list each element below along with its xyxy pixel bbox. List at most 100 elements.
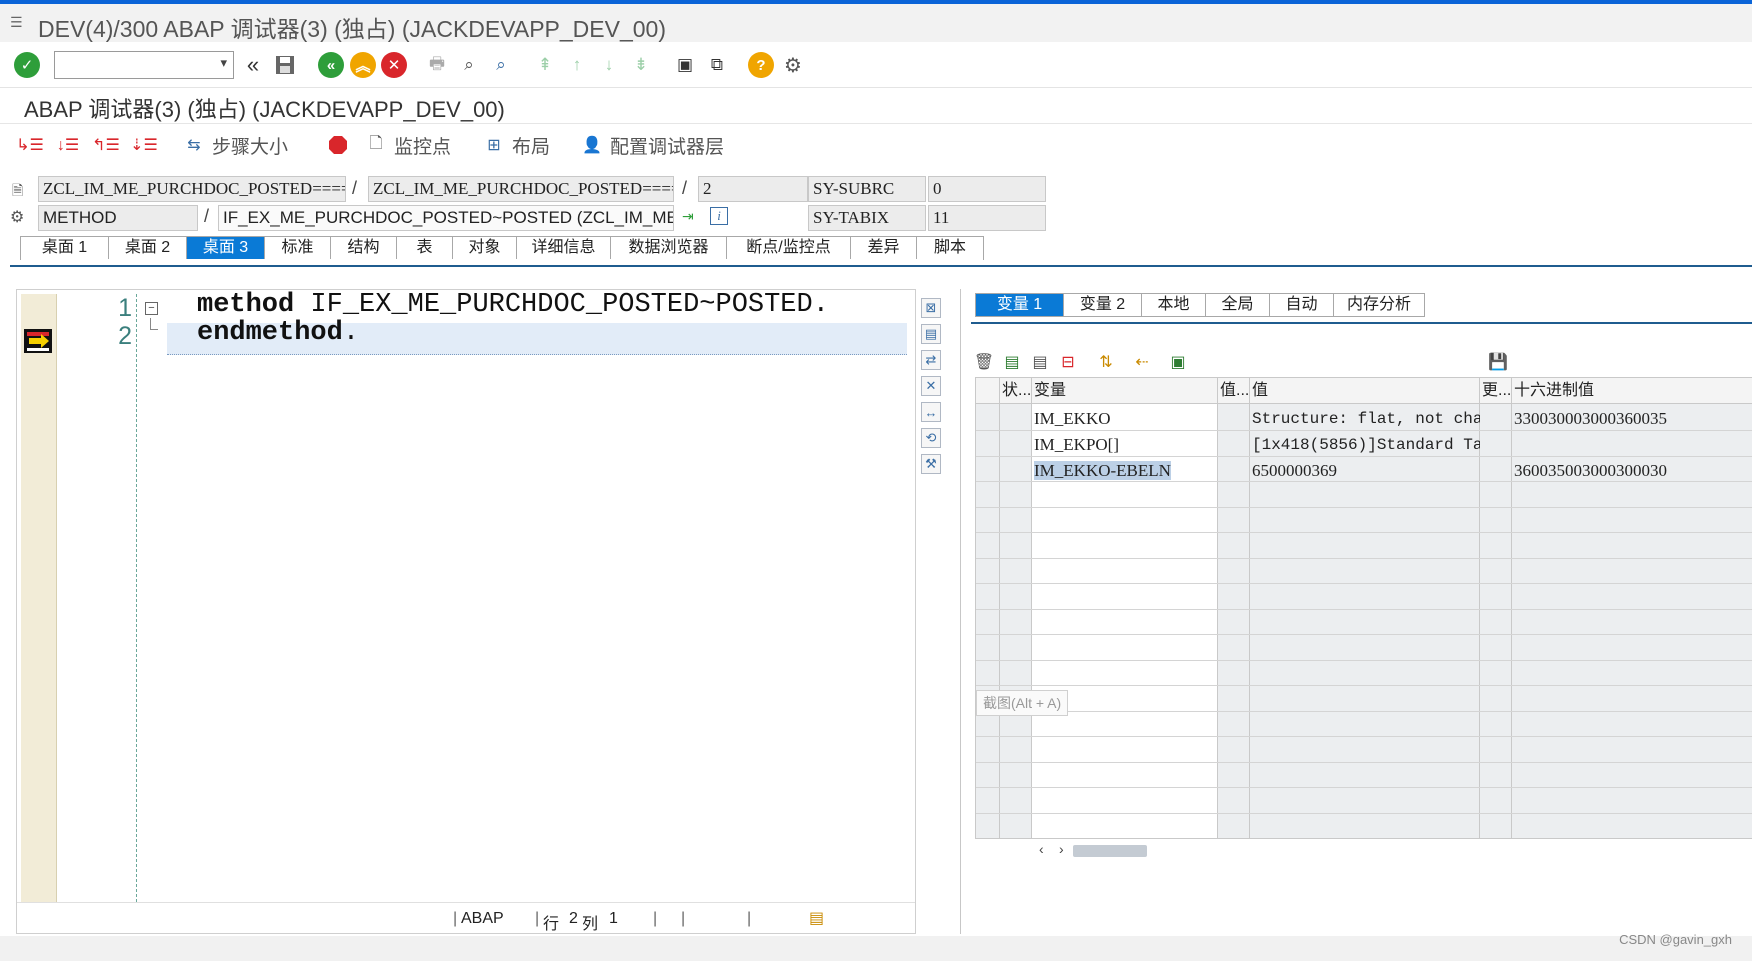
sy-subrc-value[interactable]: 0 bbox=[928, 176, 1046, 202]
next-page-icon[interactable]: ↓ bbox=[596, 52, 622, 78]
help-icon[interactable]: ? bbox=[748, 52, 774, 78]
tab-variables-1[interactable]: 变量 1 bbox=[976, 294, 1064, 316]
tab-diff[interactable]: 差异 bbox=[851, 237, 917, 259]
return-button[interactable]: ↰☰ bbox=[92, 132, 120, 158]
stop-button[interactable] bbox=[326, 132, 350, 158]
tab-desktop-2[interactable]: 桌面 2 bbox=[109, 237, 187, 259]
settings-icon[interactable]: ⚙ bbox=[780, 52, 806, 78]
maximize-tool-icon[interactable]: ↔ bbox=[921, 402, 941, 422]
tab-standard[interactable]: 标准 bbox=[265, 237, 331, 259]
info-icon[interactable]: i bbox=[710, 207, 728, 225]
replace-tool-icon[interactable]: ⇄ bbox=[921, 350, 941, 370]
services-tool-icon[interactable]: ⚒ bbox=[921, 454, 941, 474]
navigate-icon[interactable]: ⇥ bbox=[682, 208, 694, 225]
config-layer-button[interactable]: 👤 配置调试器层 bbox=[580, 132, 724, 158]
sy-tabix-value[interactable]: 11 bbox=[928, 205, 1046, 231]
find-icon[interactable]: ⌕ bbox=[456, 52, 482, 78]
variable-value-cell[interactable]: 6500000369 bbox=[1250, 457, 1480, 485]
tab-details[interactable]: 详细信息 bbox=[517, 237, 611, 259]
last-page-icon[interactable]: ⇟ bbox=[628, 52, 654, 78]
header-hex-value[interactable]: 十六进制值 bbox=[1512, 378, 1752, 404]
status-divider: | bbox=[653, 910, 658, 927]
window-menu-icon[interactable]: ☰ bbox=[10, 14, 26, 30]
include-field[interactable]: ZCL_IM_ME_PURCHDOC_POSTED====... bbox=[368, 176, 674, 202]
shortcut-icon[interactable]: ⧉ bbox=[704, 52, 730, 78]
line-field[interactable]: 2 bbox=[698, 176, 808, 202]
code-line-1[interactable]: method IF_EX_ME_PURCHDOC_POSTED~POSTED. bbox=[197, 290, 829, 320]
remove-variable-icon[interactable]: ⊟ bbox=[1057, 351, 1079, 373]
close-tool-icon[interactable]: ⊠ bbox=[921, 298, 941, 318]
remove-tool-icon[interactable]: ✕ bbox=[921, 376, 941, 396]
scroll-left-icon[interactable]: ‹ bbox=[1039, 841, 1044, 857]
new-tool-icon[interactable]: ▤ bbox=[921, 324, 941, 344]
breakpoint-gutter[interactable] bbox=[21, 294, 57, 902]
tab-auto[interactable]: 自动 bbox=[1270, 294, 1334, 316]
back-icon[interactable]: « bbox=[240, 52, 266, 78]
tab-object[interactable]: 对象 bbox=[453, 237, 517, 259]
tab-script[interactable]: 脚本 bbox=[917, 237, 983, 259]
print-icon[interactable]: 🖶 bbox=[424, 52, 450, 78]
save-icon[interactable] bbox=[272, 52, 298, 78]
variable-value-cell[interactable]: Structure: flat, not cha… bbox=[1250, 405, 1480, 433]
step-size-button[interactable]: ⇆ 步骤大小 bbox=[182, 132, 288, 158]
header-status[interactable]: 状... bbox=[1000, 378, 1032, 404]
insert-variable-icon[interactable]: ▤ bbox=[1001, 351, 1023, 373]
code-line-2[interactable]: endmethod. bbox=[197, 318, 359, 348]
event-field[interactable]: IF_EX_ME_PURCHDOC_POSTED~POSTED (ZCL_IM_… bbox=[218, 205, 674, 231]
variable-value-cell[interactable]: [1x418(5856)]Standard Ta… bbox=[1250, 431, 1480, 459]
variable-name-cell[interactable]: IM_EKKO bbox=[1032, 405, 1218, 433]
tab-desktop-3[interactable]: 桌面 3 bbox=[187, 237, 265, 259]
tab-breakpoints[interactable]: 断点/监控点 bbox=[727, 237, 851, 259]
tab-data-browser[interactable]: 数据浏览器 bbox=[611, 237, 727, 259]
command-field[interactable]: ▾ bbox=[54, 51, 234, 79]
tab-local[interactable]: 本地 bbox=[1142, 294, 1206, 316]
layout-button[interactable]: ⊞ 布局 bbox=[482, 132, 550, 158]
find-next-icon[interactable]: ⌕ bbox=[488, 52, 514, 78]
header-value-edit[interactable]: 值... bbox=[1218, 378, 1250, 404]
notes-icon[interactable]: ▤ bbox=[809, 908, 824, 928]
export-icon[interactable]: ▣ bbox=[1167, 351, 1189, 373]
header-variable[interactable]: 变量 bbox=[1032, 378, 1218, 404]
first-page-icon[interactable]: ⇞ bbox=[532, 52, 558, 78]
variable-name-cell-selected[interactable]: IM_EKKO-EBELN bbox=[1032, 457, 1218, 485]
fold-end-icon bbox=[150, 318, 158, 330]
horizontal-scrollbar[interactable]: ‹ › bbox=[975, 839, 1752, 861]
source-editor[interactable]: 1 2 − method IF_EX_ME_PURCHDOC_POSTED~PO… bbox=[16, 289, 916, 934]
single-step-button[interactable]: ↳☰ bbox=[16, 132, 44, 158]
header-change[interactable]: 更... bbox=[1480, 378, 1512, 404]
swap-tool-icon[interactable]: ⟲ bbox=[921, 428, 941, 448]
tab-variables-2[interactable]: 变量 2 bbox=[1064, 294, 1142, 316]
enter-icon[interactable]: ✓ bbox=[14, 52, 40, 78]
save-variables-icon[interactable]: 💾 bbox=[1487, 351, 1509, 373]
transfer-icon[interactable]: ⇠ bbox=[1131, 351, 1153, 373]
tab-structure[interactable]: 结构 bbox=[331, 237, 397, 259]
tab-table[interactable]: 表 bbox=[397, 237, 453, 259]
tab-memory-analysis[interactable]: 内存分析 bbox=[1334, 294, 1424, 316]
exit-yellow-icon[interactable]: ︽ bbox=[350, 52, 376, 78]
create-session-icon[interactable]: ▣ bbox=[672, 52, 698, 78]
cancel-red-icon[interactable]: ✕ bbox=[381, 52, 407, 78]
tab-desktop-1[interactable]: 桌面 1 bbox=[21, 237, 109, 259]
variable-hex-cell[interactable]: 360035003000300030 bbox=[1512, 457, 1752, 485]
tab-global[interactable]: 全局 bbox=[1206, 294, 1270, 316]
delete-icon[interactable]: 🗑 bbox=[973, 351, 995, 373]
watchpoint-button[interactable]: 🗋 监控点 bbox=[364, 132, 451, 158]
variable-name-cell[interactable]: IM_EKPO[] bbox=[1032, 431, 1218, 459]
variable-hex-cell[interactable] bbox=[1512, 431, 1752, 459]
execute-button[interactable]: ↓☰ bbox=[56, 132, 80, 158]
status-col: 1 bbox=[609, 910, 618, 927]
header-value[interactable]: 值 bbox=[1250, 378, 1480, 404]
chevron-down-icon[interactable]: ▾ bbox=[220, 55, 227, 71]
single-step-icon: ↳☰ bbox=[16, 137, 44, 154]
details-icon[interactable]: ▤ bbox=[1029, 351, 1051, 373]
continue-button[interactable]: ⇣☰ bbox=[130, 132, 158, 158]
event-type-field[interactable]: METHOD bbox=[38, 205, 198, 231]
prev-page-icon[interactable]: ↑ bbox=[564, 52, 590, 78]
sort-icon[interactable]: ⇅ bbox=[1095, 351, 1117, 373]
back-green-icon[interactable]: « bbox=[318, 52, 344, 78]
scroll-right-icon[interactable]: › bbox=[1059, 841, 1064, 857]
scroll-thumb[interactable] bbox=[1073, 845, 1147, 857]
variable-hex-cell[interactable]: 330030003000360035 bbox=[1512, 405, 1752, 433]
program-field[interactable]: ZCL_IM_ME_PURCHDOC_POSTED====... bbox=[38, 176, 346, 202]
fold-toggle-icon[interactable]: − bbox=[145, 302, 158, 315]
